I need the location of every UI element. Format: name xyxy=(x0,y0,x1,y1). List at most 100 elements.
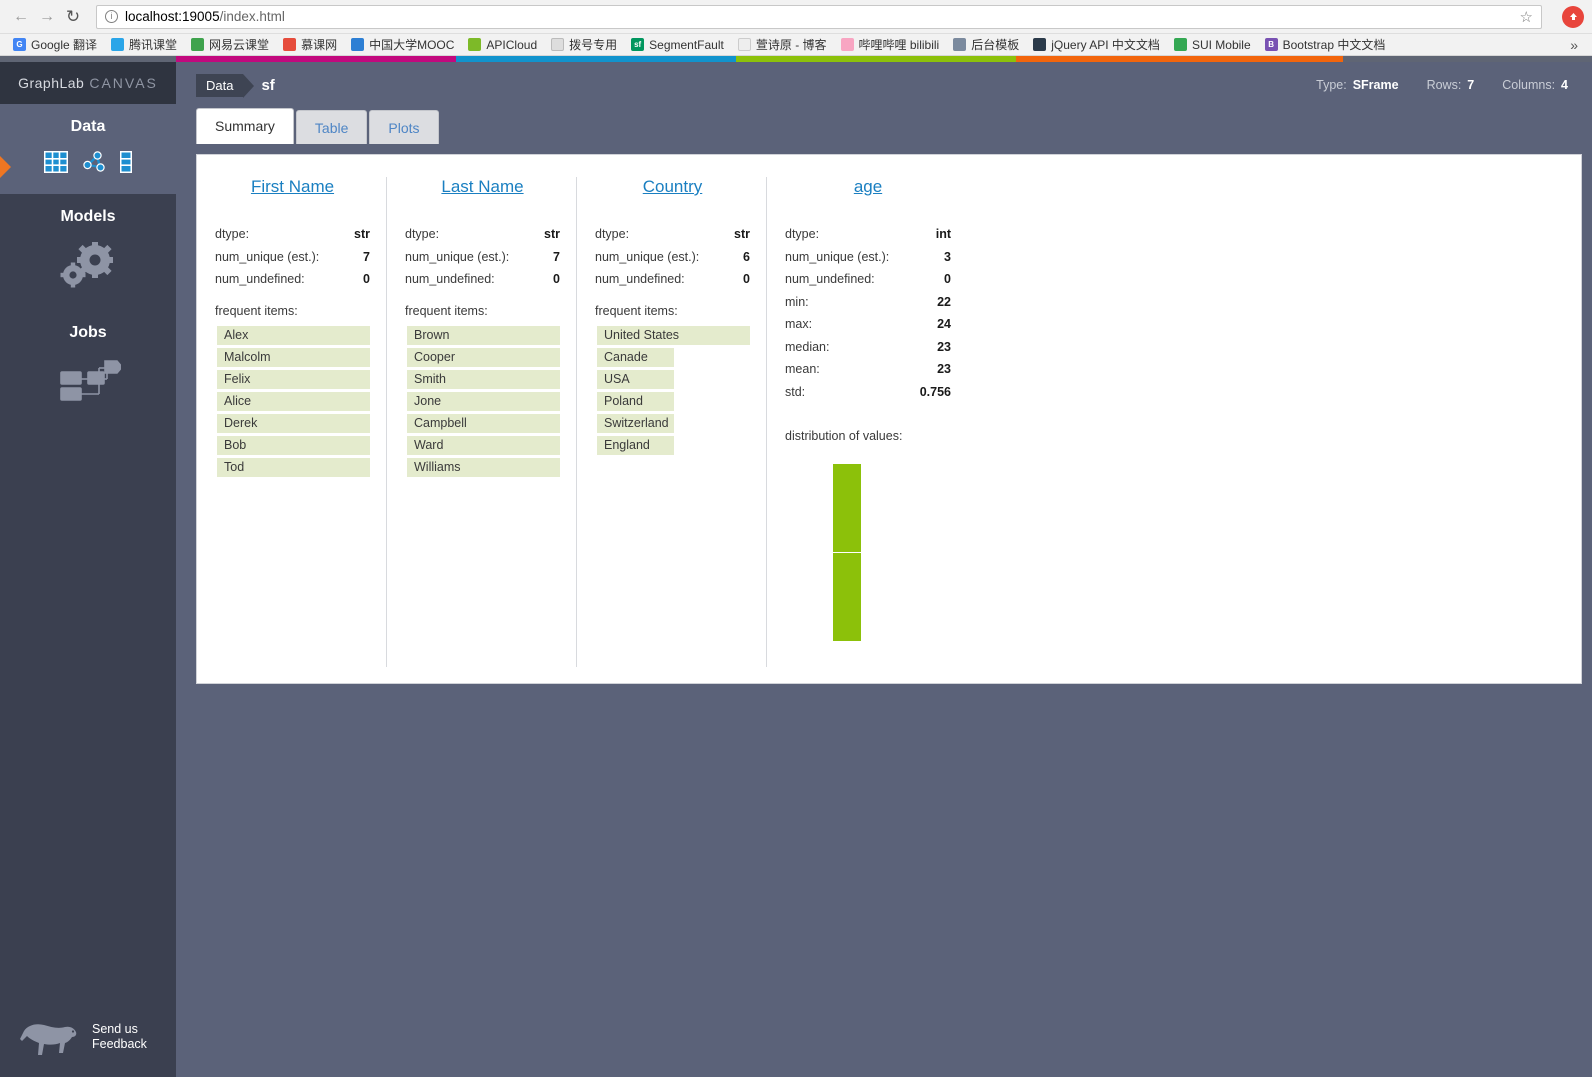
frequent-item: Canade xyxy=(597,348,674,367)
stat-row: std: 0.756 xyxy=(785,385,951,399)
bookmark-item[interactable]: 网易云课堂 xyxy=(184,36,276,53)
frequent-item: Tod xyxy=(217,458,370,477)
graph-network-icon[interactable] xyxy=(81,150,107,174)
stat-label: num_unique (est.): xyxy=(215,249,320,264)
sidebar-item-models-label: Models xyxy=(60,208,116,225)
meta-type-label: Type: xyxy=(1316,78,1347,92)
column-title-link[interactable]: First Name xyxy=(251,177,334,196)
stat-label: num_undefined: xyxy=(785,272,875,286)
frequent-item: Alice xyxy=(217,392,370,411)
stat-value: 24 xyxy=(937,317,951,331)
meta-type-value: SFrame xyxy=(1352,78,1399,92)
stat-value: 0 xyxy=(363,272,370,286)
favicon-icon xyxy=(1173,38,1187,51)
sidebar-item-jobs-label: Jobs xyxy=(69,324,107,341)
bookmark-item[interactable]: APICloud xyxy=(461,38,544,52)
bookmark-item[interactable]: 中国大学MOOC xyxy=(344,36,461,53)
sidebar: GraphLab CANVAS Data Models Jobs Send us… xyxy=(0,62,176,1077)
stat-row: min: 22 xyxy=(785,295,951,309)
column-title-link[interactable]: Country xyxy=(643,177,703,196)
jobs-flow-icon[interactable] xyxy=(55,356,121,404)
frequent-item: USA xyxy=(597,370,674,389)
bookmark-item[interactable]: 哔哩哔哩 bilibili xyxy=(834,36,947,53)
stat-label: dtype: xyxy=(595,227,630,241)
bookmarks-bar: G Google 翻译 腾讯课堂 网易云课堂 慕课网 中国大学MOOC APICl… xyxy=(0,34,1592,56)
bookmark-label: Bootstrap 中文文档 xyxy=(1282,38,1386,52)
send-feedback-button[interactable]: Send us Feedback xyxy=(0,1015,176,1077)
bookmark-item[interactable]: 后台模板 xyxy=(946,36,1026,53)
stat-row: dtype: str xyxy=(215,227,370,241)
brand-primary: GraphLab xyxy=(18,75,85,91)
bookmark-item[interactable]: 慕课网 xyxy=(276,36,344,53)
favicon-icon xyxy=(351,38,365,51)
column-title-link[interactable]: Last Name xyxy=(441,177,523,196)
breadcrumb-current: sf xyxy=(261,76,275,94)
bookmark-label: 慕课网 xyxy=(301,38,338,52)
column-title-link[interactable]: age xyxy=(854,177,882,196)
main-content: Data sf Type: SFrame Rows: 7 Columns: 4 Sum… xyxy=(176,62,1592,1077)
stat-value: str xyxy=(734,227,750,241)
tab-summary[interactable]: Summary xyxy=(196,108,294,144)
back-icon[interactable]: ← xyxy=(8,4,34,30)
bookmark-item[interactable]: jQuery API 中文文档 xyxy=(1026,36,1167,53)
forward-icon[interactable]: → xyxy=(34,4,60,30)
tab-plots[interactable]: Plots xyxy=(369,110,439,144)
url-text: localhost:19005/index.html xyxy=(125,9,285,24)
address-bar[interactable]: i localhost:19005/index.html ☆ xyxy=(96,4,1542,29)
favicon-icon xyxy=(840,38,854,51)
browser-toolbar: ← → ↻ i localhost:19005/index.html ☆ xyxy=(0,0,1592,34)
bookmark-star-icon[interactable]: ☆ xyxy=(1512,8,1533,26)
bookmark-item[interactable]: B Bootstrap 中文文档 xyxy=(1258,36,1393,53)
stat-value: 23 xyxy=(937,339,951,354)
sidebar-item-data[interactable]: Data xyxy=(0,104,176,194)
stat-label: median: xyxy=(785,339,830,354)
stat-row: max: 24 xyxy=(785,317,951,331)
meta-columns-value: 4 xyxy=(1561,78,1568,92)
sidebar-item-jobs[interactable]: Jobs xyxy=(0,310,176,424)
stat-value: 0 xyxy=(553,272,560,286)
bookmark-item[interactable]: 拨号专用 xyxy=(544,36,624,53)
stat-label: dtype: xyxy=(785,227,820,241)
bookmark-item[interactable]: 萱诗原 - 博客 xyxy=(731,36,834,53)
histogram-segment-lower xyxy=(833,552,861,641)
bookmark-item[interactable]: G Google 翻译 xyxy=(6,36,104,53)
topbar: Data sf Type: SFrame Rows: 7 Columns: 4 xyxy=(176,62,1592,108)
histogram-bar[interactable] xyxy=(833,463,861,641)
stat-row: dtype: int xyxy=(785,227,951,241)
url-host: localhost:19005 xyxy=(125,9,220,24)
frequent-items-label: frequent items: xyxy=(405,304,488,318)
bookmark-item[interactable]: 腾讯课堂 xyxy=(104,36,184,53)
stat-label: num_unique (est.): xyxy=(595,249,700,264)
stat-row: median: 23 xyxy=(785,340,951,354)
favicon-icon xyxy=(191,38,205,51)
bookmark-item[interactable]: sf SegmentFault xyxy=(624,38,731,52)
histogram-segment-upper xyxy=(833,463,861,552)
table-grid-icon[interactable] xyxy=(43,150,69,174)
column-list-icon[interactable] xyxy=(119,150,133,174)
stat-label: std: xyxy=(785,384,806,399)
favicon-icon xyxy=(551,38,565,51)
brand-secondary: CANVAS xyxy=(89,75,158,91)
bookmark-label: APICloud xyxy=(486,37,538,52)
stat-row: num_undefined: 0 xyxy=(405,272,560,286)
bookmarks-overflow-icon[interactable]: » xyxy=(1562,37,1586,53)
bookmark-label: 哔哩哔哩 bilibili xyxy=(858,38,940,52)
gears-icon[interactable] xyxy=(57,240,119,290)
stat-label: dtype: xyxy=(405,227,440,241)
reload-icon[interactable]: ↻ xyxy=(60,4,86,30)
models-icons-group xyxy=(0,240,176,290)
bookmark-item[interactable]: SUI Mobile xyxy=(1167,38,1258,52)
sidebar-item-models[interactable]: Models xyxy=(0,194,176,310)
breadcrumb-root[interactable]: Data xyxy=(196,73,256,98)
bookmark-label: 后台模板 xyxy=(971,38,1020,52)
tab-table[interactable]: Table xyxy=(295,110,368,144)
meta-rows-label: Rows: xyxy=(1426,78,1462,92)
site-info-icon[interactable]: i xyxy=(105,10,118,23)
bookmark-label: 中国大学MOOC xyxy=(369,38,455,52)
stat-row: num_unique (est.): 7 xyxy=(405,250,560,264)
frame-metadata: Type: SFrame Rows: 7 Columns: 4 xyxy=(1316,78,1568,92)
profile-avatar-icon[interactable] xyxy=(1562,5,1584,28)
send-feedback-label: Send us Feedback xyxy=(92,1022,147,1052)
sidebar-item-data-label: Data xyxy=(70,118,106,135)
bookmark-label: SegmentFault xyxy=(649,37,724,52)
